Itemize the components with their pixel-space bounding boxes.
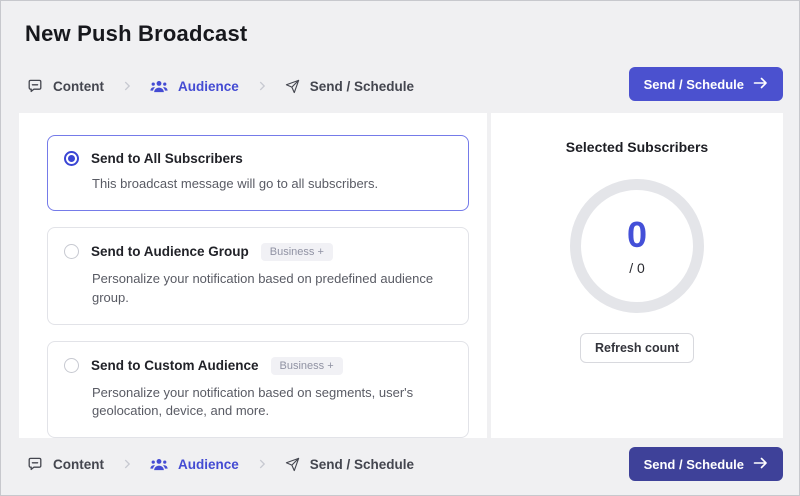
- step-send-schedule-label: Send / Schedule: [310, 79, 414, 94]
- radio-unselected-icon[interactable]: [64, 358, 79, 373]
- arrow-right-icon: [753, 77, 768, 92]
- comment-icon: [27, 78, 43, 94]
- step-audience-label: Audience: [178, 457, 239, 472]
- business-plan-badge: Business +: [261, 243, 333, 261]
- new-push-broadcast-page: New Push Broadcast Content Audience Send…: [0, 0, 800, 496]
- paper-plane-icon: [285, 79, 300, 94]
- send-schedule-button-label: Send / Schedule: [644, 457, 744, 472]
- users-icon: [150, 79, 168, 94]
- paper-plane-icon: [285, 457, 300, 472]
- audience-step-panel: Send to All Subscribers This broadcast m…: [19, 113, 783, 438]
- step-content-label: Content: [53, 79, 104, 94]
- selected-subscribers-title: Selected Subscribers: [491, 139, 783, 155]
- option-title: Send to Audience Group: [91, 244, 249, 259]
- step-content-label: Content: [53, 457, 104, 472]
- chevron-right-icon: [120, 457, 134, 471]
- page-title: New Push Broadcast: [25, 21, 247, 47]
- comment-icon: [27, 456, 43, 472]
- subscriber-count: 0: [627, 217, 647, 253]
- option-send-to-custom-audience[interactable]: Send to Custom Audience Business + Perso…: [47, 341, 469, 439]
- chevron-right-icon: [255, 457, 269, 471]
- radio-unselected-icon[interactable]: [64, 244, 79, 259]
- option-title: Send to Custom Audience: [91, 358, 259, 373]
- step-audience[interactable]: Audience: [150, 457, 239, 472]
- send-schedule-button-bottom[interactable]: Send / Schedule: [629, 447, 783, 481]
- send-schedule-button-label: Send / Schedule: [644, 77, 744, 92]
- step-send-schedule-label: Send / Schedule: [310, 457, 414, 472]
- business-plan-badge: Business +: [271, 357, 343, 375]
- step-send-schedule[interactable]: Send / Schedule: [285, 457, 414, 472]
- refresh-count-button[interactable]: Refresh count: [580, 333, 694, 363]
- selected-subscribers-section: Selected Subscribers 0 / 0 Refresh count: [491, 113, 783, 438]
- step-audience-label: Audience: [178, 79, 239, 94]
- option-title: Send to All Subscribers: [91, 151, 243, 166]
- step-content[interactable]: Content: [27, 456, 104, 472]
- option-description: This broadcast message will go to all su…: [92, 175, 450, 194]
- chevron-right-icon: [255, 79, 269, 93]
- chevron-right-icon: [120, 79, 134, 93]
- option-send-to-all-subscribers[interactable]: Send to All Subscribers This broadcast m…: [47, 135, 469, 211]
- send-schedule-button-top[interactable]: Send / Schedule: [629, 67, 783, 101]
- option-description: Personalize your notification based on p…: [92, 270, 450, 308]
- step-send-schedule[interactable]: Send / Schedule: [285, 79, 414, 94]
- users-icon: [150, 457, 168, 472]
- arrow-right-icon: [753, 457, 768, 472]
- stepper-bottom: Content Audience Send / Schedule: [27, 456, 414, 472]
- radio-selected-icon[interactable]: [64, 151, 79, 166]
- stepper-top: Content Audience Send / Schedule: [27, 78, 414, 94]
- option-description: Personalize your notification based on s…: [92, 384, 450, 422]
- subscriber-total: / 0: [629, 260, 645, 276]
- audience-options-section: Send to All Subscribers This broadcast m…: [19, 113, 487, 438]
- step-audience[interactable]: Audience: [150, 79, 239, 94]
- subscriber-count-ring: 0 / 0: [570, 179, 704, 313]
- option-send-to-audience-group[interactable]: Send to Audience Group Business + Person…: [47, 227, 469, 325]
- step-content[interactable]: Content: [27, 78, 104, 94]
